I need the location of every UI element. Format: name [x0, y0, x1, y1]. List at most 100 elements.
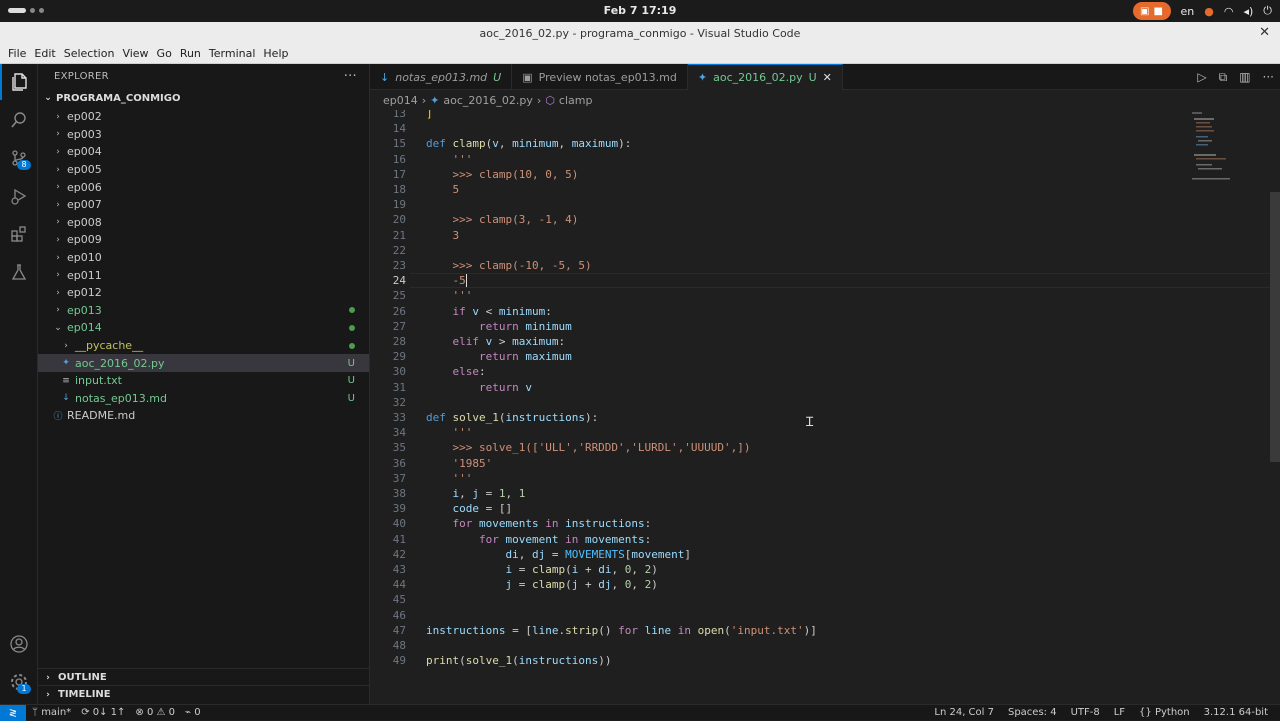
code-line[interactable]: 37 ''': [370, 471, 1190, 486]
source-control-icon[interactable]: 8: [0, 140, 38, 176]
explorer-icon[interactable]: [0, 64, 38, 100]
code-line[interactable]: 14: [370, 121, 1190, 136]
end-of-line[interactable]: LF: [1114, 707, 1125, 718]
code-line[interactable]: 16 ''': [370, 152, 1190, 167]
indentation[interactable]: Spaces: 4: [1008, 707, 1057, 718]
extensions-icon[interactable]: [0, 216, 38, 252]
tab-preview-notas[interactable]: ▣ Preview notas_ep013.md: [512, 64, 688, 90]
tree-item[interactable]: › ep013: [38, 302, 369, 320]
menu-selection[interactable]: Selection: [60, 47, 119, 60]
code-line[interactable]: 25 ''': [370, 288, 1190, 303]
system-clock[interactable]: Feb 7 17:19: [0, 4, 1280, 17]
screen-recording-indicator[interactable]: ▣ ■: [1132, 2, 1171, 20]
language-mode[interactable]: {} Python: [1139, 707, 1190, 718]
breadcrumb-folder[interactable]: ep014: [383, 94, 418, 107]
explorer-more-actions-icon[interactable]: ···: [344, 69, 357, 84]
breadcrumb-file[interactable]: aoc_2016_02.py: [443, 94, 533, 107]
code-line[interactable]: 39 code = []: [370, 501, 1190, 516]
file-encoding[interactable]: UTF-8: [1071, 707, 1100, 718]
code-line[interactable]: 13]: [370, 110, 1190, 121]
tree-item[interactable]: › ep005: [38, 161, 369, 179]
menu-edit[interactable]: Edit: [30, 47, 59, 60]
code-line[interactable]: 27 return minimum: [370, 319, 1190, 334]
code-editor[interactable]: 13] 14 15 def clamp(v, minimum, maximum): 16…: [370, 110, 1280, 704]
menu-terminal[interactable]: Terminal: [205, 47, 260, 60]
tree-item[interactable]: › ep007: [38, 196, 369, 214]
python-interpreter[interactable]: 3.12.1 64-bit: [1204, 707, 1268, 718]
menu-run[interactable]: Run: [176, 47, 205, 60]
code-line[interactable]: 17 >>> clamp(10, 0, 5): [370, 167, 1190, 182]
tree-item[interactable]: › ep002: [38, 108, 369, 126]
code-line[interactable]: 49 print(solve_1(instructions)): [370, 653, 1190, 668]
code-line[interactable]: 18 5: [370, 182, 1190, 197]
power-icon[interactable]: ⏻: [1263, 4, 1272, 18]
ports-indicator[interactable]: ⌁ 0: [185, 707, 201, 718]
code-line[interactable]: 36 '1985': [370, 456, 1190, 471]
account-icon[interactable]: [0, 626, 38, 662]
testing-icon[interactable]: [0, 254, 38, 290]
remote-indicator-icon[interactable]: ≷: [0, 705, 26, 721]
compare-changes-icon[interactable]: ⧉: [1219, 70, 1228, 85]
tree-item[interactable]: › ep011: [38, 266, 369, 284]
code-line[interactable]: 29 return maximum: [370, 349, 1190, 364]
workspace-root-folder[interactable]: ⌄ PROGRAMA_CONMIGO: [38, 88, 369, 108]
code-line[interactable]: 42 di, dj = MOVEMENTS[movement]: [370, 547, 1190, 562]
code-line[interactable]: 32: [370, 395, 1190, 410]
keyboard-language[interactable]: en: [1181, 5, 1195, 18]
code-line[interactable]: 21 3: [370, 228, 1190, 243]
git-branch[interactable]: ᛘ main*: [32, 707, 71, 718]
code-line[interactable]: 40 for movements in instructions:: [370, 516, 1190, 531]
run-debug-icon[interactable]: [0, 178, 38, 214]
menu-view[interactable]: View: [118, 47, 152, 60]
tree-item[interactable]: ⓘ README.md: [38, 407, 369, 425]
tree-item[interactable]: › __pycache__: [38, 337, 369, 355]
code-line[interactable]: 45: [370, 592, 1190, 607]
code-line[interactable]: 43 i = clamp(i + di, 0, 2): [370, 562, 1190, 577]
code-line[interactable]: 23 >>> clamp(-10, -5, 5): [370, 258, 1190, 273]
code-line[interactable]: 28 elif v > maximum:: [370, 334, 1190, 349]
vertical-scrollbar[interactable]: [1270, 192, 1280, 462]
code-line[interactable]: 26 if v < minimum:: [370, 304, 1190, 319]
cursor-position[interactable]: Ln 24, Col 7: [934, 707, 994, 718]
code-line[interactable]: 35 >>> solve_1(['ULL','RRDDD','LURDL','U…: [370, 440, 1190, 455]
breadcrumb-symbol[interactable]: clamp: [559, 94, 593, 107]
split-editor-icon[interactable]: ▥: [1239, 70, 1250, 85]
code-line[interactable]: 41 for movement in movements:: [370, 532, 1190, 547]
search-icon[interactable]: [0, 102, 38, 138]
tree-item[interactable]: › ep010: [38, 249, 369, 267]
git-sync[interactable]: ⟳ 0↓ 1↑: [81, 707, 125, 718]
code-line[interactable]: 38 i, j = 1, 1: [370, 486, 1190, 501]
tree-item[interactable]: ≡ input.txt U: [38, 372, 369, 390]
tree-item[interactable]: › ep008: [38, 214, 369, 232]
tab-aoc-2016-02-py[interactable]: ✦ aoc_2016_02.py U ✕: [687, 64, 843, 90]
window-close-button[interactable]: ✕: [1259, 25, 1270, 40]
code-line[interactable]: 20 >>> clamp(3, -1, 4): [370, 212, 1190, 227]
more-actions-icon[interactable]: ···: [1263, 70, 1274, 85]
code-line[interactable]: 46: [370, 608, 1190, 623]
menu-file[interactable]: File: [4, 47, 30, 60]
outline-section[interactable]: › OUTLINE: [38, 668, 369, 686]
settings-gear-icon[interactable]: 1: [0, 664, 38, 700]
tab-notas-ep013-md[interactable]: ↓ notas_ep013.md U: [370, 64, 513, 90]
tree-item[interactable]: › ep009: [38, 231, 369, 249]
run-python-file-icon[interactable]: ▷: [1197, 70, 1206, 85]
code-line[interactable]: 24 -5: [370, 273, 1190, 288]
code-line[interactable]: 33 def solve_1(instructions):: [370, 410, 1190, 425]
tree-item[interactable]: › ep003: [38, 126, 369, 144]
tree-item[interactable]: › ep004: [38, 143, 369, 161]
minimap[interactable]: [1190, 110, 1240, 190]
code-line[interactable]: 22: [370, 243, 1190, 258]
code-line[interactable]: 47 instructions = [line.strip() for line …: [370, 623, 1190, 638]
tab-close-icon[interactable]: ✕: [823, 71, 832, 84]
problems-indicator[interactable]: ⊗ 0 ⚠ 0: [135, 707, 175, 718]
tree-item[interactable]: ✦ aoc_2016_02.py U: [38, 354, 369, 372]
tree-item[interactable]: ⌄ ep014: [38, 319, 369, 337]
tree-item[interactable]: ↓ notas_ep013.md U: [38, 390, 369, 408]
code-line[interactable]: 31 return v: [370, 380, 1190, 395]
menu-help[interactable]: Help: [259, 47, 292, 60]
code-line[interactable]: 44 j = clamp(j + dj, 0, 2): [370, 577, 1190, 592]
code-line[interactable]: 48: [370, 638, 1190, 653]
code-line[interactable]: 19: [370, 197, 1190, 212]
menu-go[interactable]: Go: [153, 47, 176, 60]
code-line[interactable]: 34 ''': [370, 425, 1190, 440]
